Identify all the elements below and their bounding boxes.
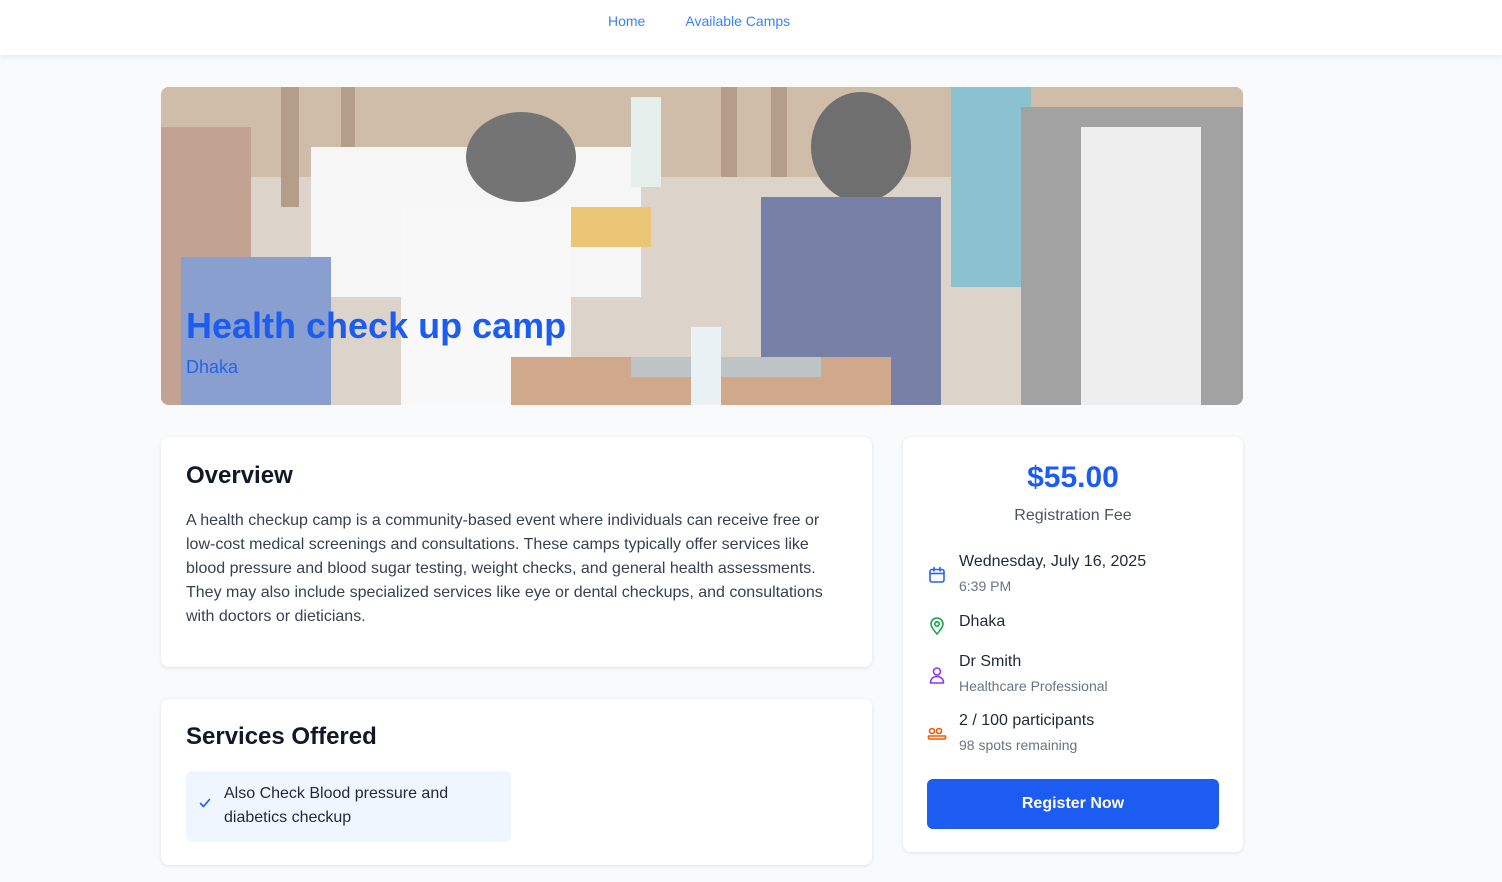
nav-link-available-camps[interactable]: Available Camps: [685, 13, 790, 29]
camp-time: 6:39 PM: [959, 578, 1012, 594]
service-item-label: Also Check Blood pressure and diabetics …: [224, 785, 449, 826]
services-heading: Services Offered: [186, 723, 377, 750]
location-pin-icon: [930, 617, 944, 635]
registration-price: $55.00: [1027, 461, 1119, 494]
services-card: Services Offered Also Check Blood pressu…: [161, 699, 872, 865]
nav-links: Home Available Camps: [608, 13, 790, 29]
camp-title: Health check up camp: [186, 305, 567, 346]
participants-icon: [927, 727, 947, 740]
calendar-icon: [929, 566, 945, 583]
spots-remaining: 98 spots remaining: [959, 737, 1078, 753]
overview-description: A health checkup camp is a community-bas…: [186, 512, 823, 625]
camp-location: Dhaka: [186, 357, 239, 377]
registration-fee-label: Registration Fee: [1014, 507, 1132, 524]
nav-link-home[interactable]: Home: [608, 13, 645, 29]
doctor-name: Dr Smith: [959, 653, 1022, 670]
hero-overlay: [161, 87, 1243, 405]
sidebar-location: Dhaka: [959, 613, 1006, 630]
overview-heading: Overview: [186, 462, 293, 489]
hero-banner: Health check up camp Dhaka: [161, 87, 1243, 405]
overview-card: Overview A health checkup camp is a comm…: [161, 437, 872, 667]
person-icon: [929, 667, 945, 684]
register-now-button[interactable]: Register Now: [927, 779, 1219, 829]
top-navbar: Home Available Camps: [0, 0, 1502, 55]
check-icon: [199, 798, 211, 808]
registration-sidebar: $55.00 Registration Fee Wednesday, July …: [903, 437, 1243, 852]
participant-count: 2 / 100 participants: [959, 712, 1095, 729]
camp-date: Wednesday, July 16, 2025: [959, 553, 1147, 570]
doctor-role: Healthcare Professional: [959, 678, 1108, 694]
service-item: Also Check Blood pressure and diabetics …: [186, 771, 511, 842]
